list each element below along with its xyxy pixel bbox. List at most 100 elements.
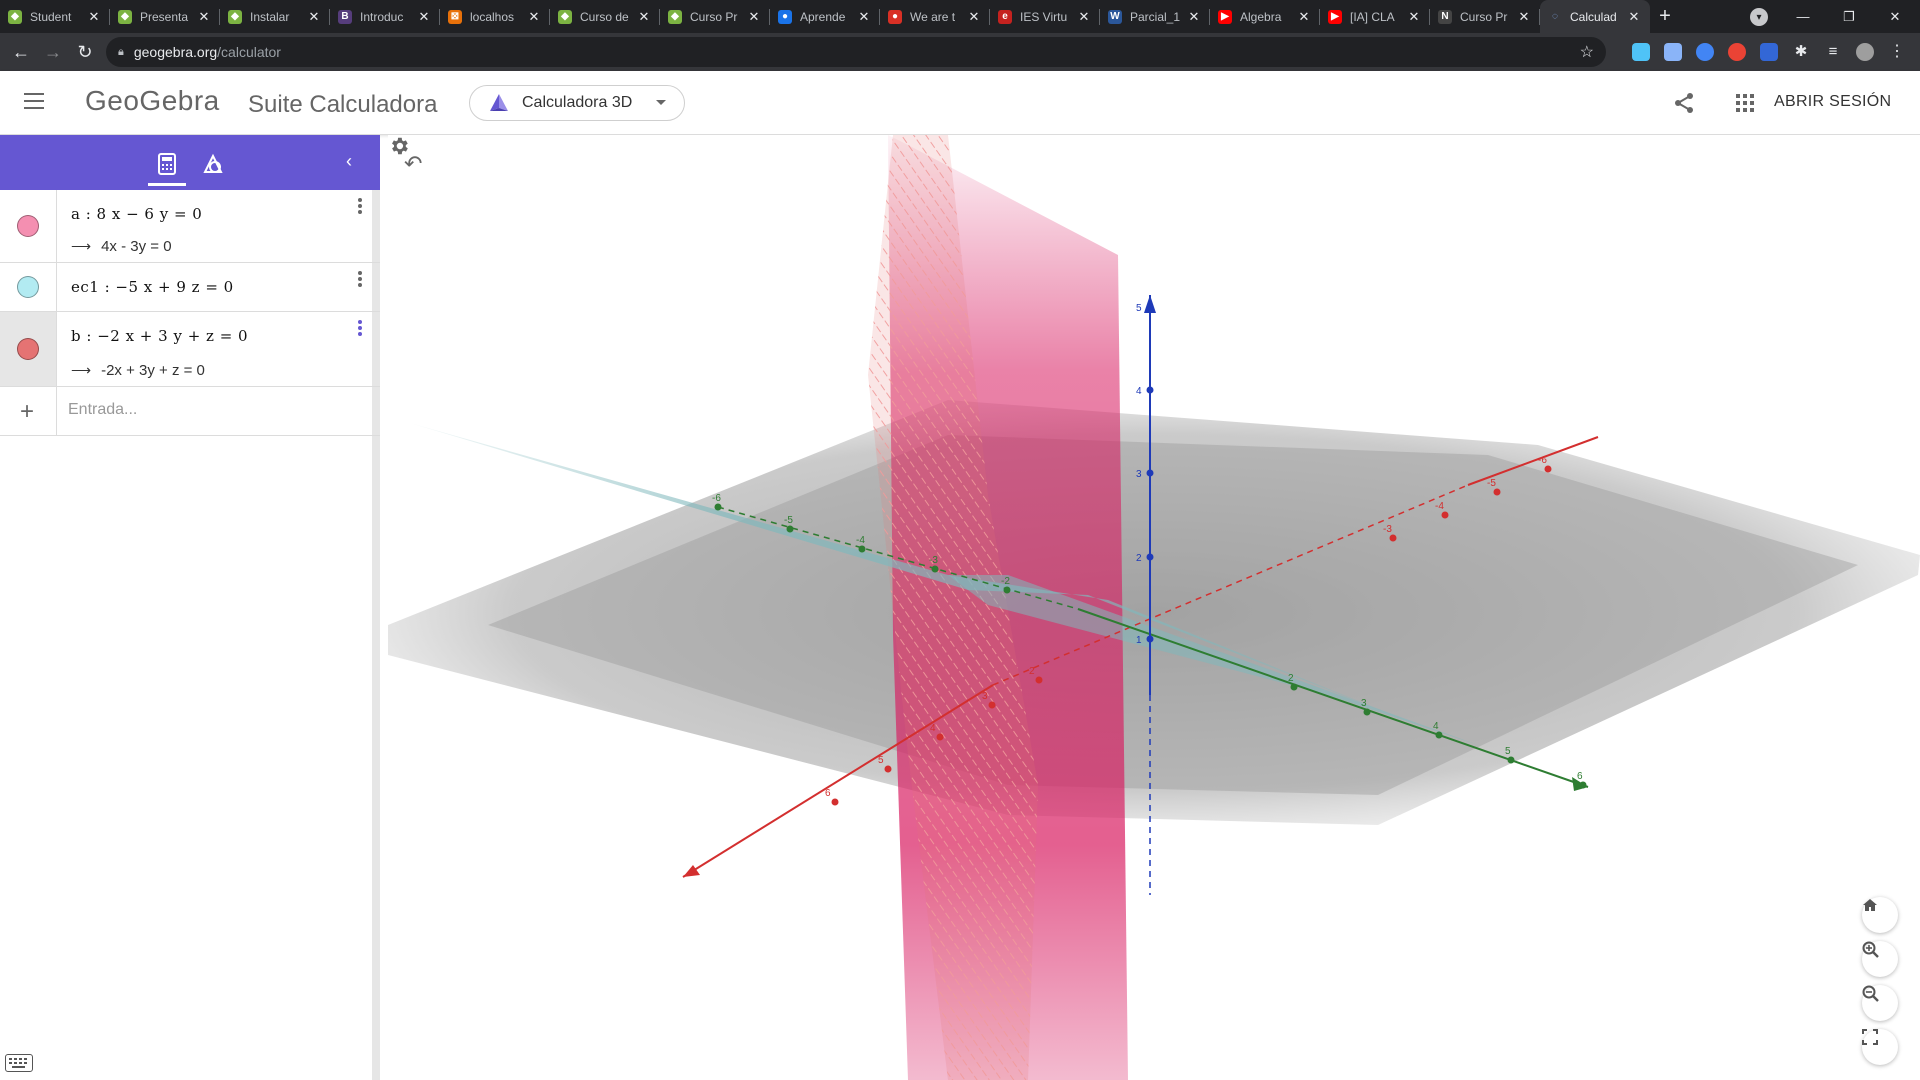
x-axis-tick-point xyxy=(1544,465,1552,473)
browser-tab[interactable]: ◆ Instalar ✕ xyxy=(220,0,330,33)
forward-arrow-icon[interactable]: → xyxy=(38,33,68,71)
x-axis-tick-point xyxy=(1035,676,1043,684)
input-bar[interactable]: Entrada... xyxy=(68,401,137,419)
definition-text[interactable]: a : 8 x − 6 y = 0 xyxy=(71,205,202,223)
keyboard-icon[interactable] xyxy=(5,1054,33,1072)
bookmark-star-icon[interactable]: ☆ xyxy=(1580,42,1594,62)
browser-tab[interactable]: e IES Virtu ✕ xyxy=(990,0,1100,33)
extension-adblock-icon[interactable] xyxy=(1728,43,1746,61)
share-icon[interactable] xyxy=(1672,91,1696,115)
new-tab-button[interactable]: + xyxy=(1650,0,1680,33)
definition-text[interactable]: b : −2 x + 3 y + z = 0 xyxy=(71,327,248,345)
browser-tab[interactable]: ◆ Presenta ✕ xyxy=(110,0,220,33)
restore-icon[interactable]: ❐ xyxy=(1826,0,1872,33)
menu-icon[interactable] xyxy=(24,93,44,111)
browser-tab[interactable]: ● Aprende ✕ xyxy=(770,0,880,33)
tab-close-icon[interactable]: ✕ xyxy=(1516,9,1532,25)
browser-tab[interactable]: ⊠ localhos ✕ xyxy=(440,0,550,33)
graphics-canvas[interactable]: -6 -5 -4 -3 2 3 4 5 6 -6 -5 -4 -3 -2 2 3 4 5 6 1 2 3 4 5 xyxy=(388,135,1920,1080)
app-selector-dropdown[interactable]: Calculadora 3D xyxy=(469,85,685,121)
tab-close-icon[interactable]: ✕ xyxy=(1186,9,1202,25)
browser-tab[interactable]: ▶ [IA] CLA ✕ xyxy=(1320,0,1430,33)
algebra-input-row[interactable]: + Entrada... xyxy=(0,387,380,436)
more-options-icon[interactable] xyxy=(358,320,362,336)
address-bar[interactable]: 🔒︎ geogebra.org/calculator ☆ xyxy=(106,37,1606,67)
graphics-3d-view[interactable]: -6 -5 -4 -3 2 3 4 5 6 -6 -5 -4 -3 -2 2 3 4 5 6 1 2 3 4 5 ↶ xyxy=(388,135,1920,1080)
apps-grid-icon[interactable] xyxy=(1736,94,1754,112)
tab-close-icon[interactable]: ✕ xyxy=(746,9,762,25)
z-axis-tick-point xyxy=(1146,303,1154,311)
tab-close-icon[interactable]: ✕ xyxy=(966,9,982,25)
tab-title: Curso de xyxy=(580,9,629,24)
zoom-in-icon xyxy=(1862,941,1879,958)
fullscreen-button[interactable] xyxy=(1862,1029,1898,1065)
chevron-down-icon xyxy=(656,100,666,105)
tab-title: Parcial_1 xyxy=(1130,9,1181,24)
tab-close-icon[interactable]: ✕ xyxy=(526,9,542,25)
browser-tab[interactable]: ◆ Student ✕ xyxy=(0,0,110,33)
minimize-icon[interactable]: — xyxy=(1780,0,1826,33)
browser-tab[interactable]: B Introduc ✕ xyxy=(330,0,440,33)
browser-tab[interactable]: ▶ Algebra ✕ xyxy=(1210,0,1320,33)
browser-tab[interactable]: ◆ Curso de ✕ xyxy=(550,0,660,33)
visibility-marble[interactable] xyxy=(17,338,39,360)
collapse-panel-icon[interactable]: ‹ xyxy=(346,151,352,172)
tab-close-icon[interactable]: ✕ xyxy=(416,9,432,25)
tab-favicon-icon: ⊠ xyxy=(448,9,462,24)
visibility-marble[interactable] xyxy=(17,215,39,237)
browser-tab[interactable]: N Curso Pr ✕ xyxy=(1430,0,1540,33)
y-axis-tick-point xyxy=(714,503,722,511)
tab-close-icon[interactable]: ✕ xyxy=(636,9,652,25)
app-selector-label: Calculadora 3D xyxy=(522,94,633,111)
y-axis-tick-point xyxy=(1507,756,1515,764)
profile-avatar[interactable] xyxy=(1856,43,1874,61)
more-options-icon[interactable] xyxy=(358,271,362,287)
home-view-button[interactable] xyxy=(1862,897,1898,933)
extension-docs-icon[interactable] xyxy=(1664,43,1682,61)
zoom-in-button[interactable] xyxy=(1862,941,1898,977)
x-axis-tick-point xyxy=(988,701,996,709)
browser-menu-icon[interactable]: ⋮ xyxy=(1888,43,1906,61)
geometry-tools-icon xyxy=(203,153,223,173)
reload-icon[interactable]: ↻ xyxy=(70,33,100,71)
geogebra-logo[interactable]: GeoGebra xyxy=(85,85,220,117)
tab-search-icon[interactable]: ▾ xyxy=(1750,8,1768,26)
settings-gear-icon[interactable] xyxy=(388,135,410,157)
algebra-row-a[interactable]: a : 8 x − 6 y = 0 ⟶ 4x - 3y = 0 xyxy=(0,190,380,263)
back-arrow-icon[interactable]: ← xyxy=(6,33,36,71)
tab-close-icon[interactable]: ✕ xyxy=(856,9,872,25)
tab-close-icon[interactable]: ✕ xyxy=(306,9,322,25)
tab-close-icon[interactable]: ✕ xyxy=(86,9,102,25)
login-button[interactable]: ABRIR SESIÓN xyxy=(1774,93,1891,111)
more-options-icon[interactable] xyxy=(358,198,362,214)
reading-list-icon[interactable]: ≡ xyxy=(1824,43,1842,61)
definition-text[interactable]: ec1 : −5 x + 9 z = 0 xyxy=(71,278,234,296)
close-window-icon[interactable]: ✕ xyxy=(1872,0,1918,33)
browser-tab[interactable]: ● We are t ✕ xyxy=(880,0,990,33)
tab-algebra[interactable] xyxy=(148,149,186,186)
y-axis-tick-point xyxy=(1435,731,1443,739)
algebra-row-b[interactable]: b : −2 x + 3 y + z = 0 ⟶ -2x + 3y + z = 0 xyxy=(0,312,380,387)
tab-tools[interactable] xyxy=(198,149,228,179)
tab-favicon-icon: ◌ xyxy=(1552,11,1558,22)
extensions-puzzle-icon[interactable]: ✱ xyxy=(1792,43,1810,61)
tab-favicon-icon: ◆ xyxy=(668,9,682,24)
y-axis-tick-label: -2 xyxy=(1001,576,1010,587)
x-axis-tick-point xyxy=(831,798,839,806)
tab-close-icon[interactable]: ✕ xyxy=(1406,9,1422,25)
tab-close-icon[interactable]: ✕ xyxy=(1076,9,1092,25)
zoom-out-button[interactable] xyxy=(1862,985,1898,1021)
extension-cloud-icon[interactable] xyxy=(1632,43,1650,61)
calculator-icon xyxy=(158,153,176,175)
browser-tab[interactable]: ◆ Curso Pr ✕ xyxy=(660,0,770,33)
visibility-marble[interactable] xyxy=(17,276,39,298)
tab-close-icon[interactable]: ✕ xyxy=(1626,9,1642,25)
plus-icon[interactable]: + xyxy=(20,398,34,426)
tab-close-icon[interactable]: ✕ xyxy=(196,9,212,25)
extension-shield-icon[interactable] xyxy=(1696,43,1714,61)
algebra-row-ec1[interactable]: ec1 : −5 x + 9 z = 0 xyxy=(0,263,380,312)
extension-window-icon[interactable] xyxy=(1760,43,1778,61)
browser-tab[interactable]: ◌ Calculad ✕ xyxy=(1540,0,1650,33)
browser-tab[interactable]: W Parcial_1 ✕ xyxy=(1100,0,1210,33)
tab-close-icon[interactable]: ✕ xyxy=(1296,9,1312,25)
